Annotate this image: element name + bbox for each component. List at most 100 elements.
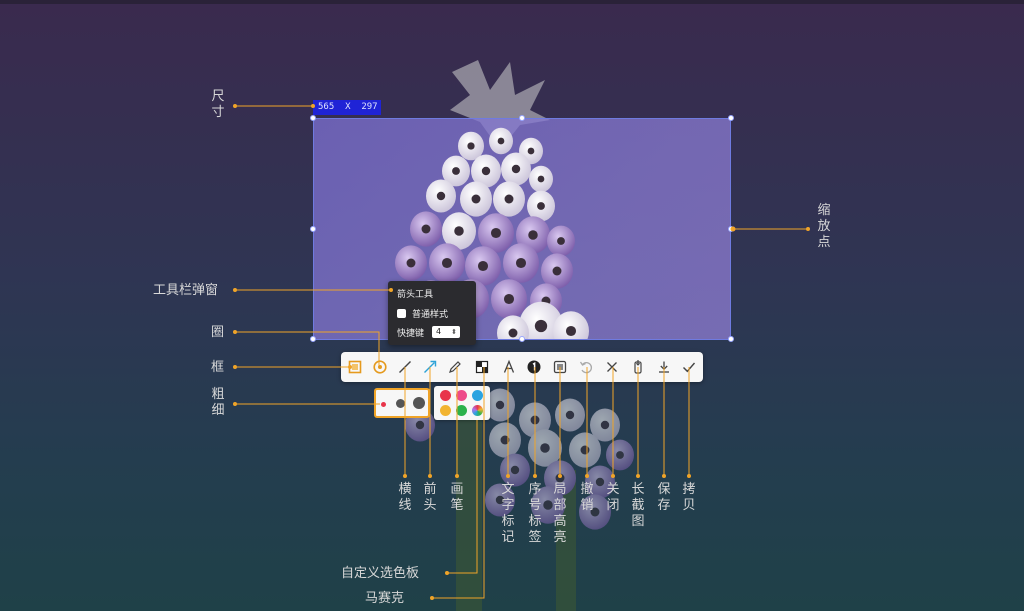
- text-icon: [503, 359, 515, 373]
- close-button[interactable]: [601, 356, 623, 378]
- flower-bud: [590, 408, 620, 442]
- flower-bud: [489, 422, 521, 458]
- flower-bud-center: [616, 451, 624, 459]
- stepper-arrows-icon: ⬍: [451, 328, 458, 336]
- swatch-pink[interactable]: [456, 390, 467, 401]
- resize-handle-top-left[interactable]: [310, 115, 316, 121]
- flower-bud-center: [530, 415, 540, 425]
- flower-bud-center: [537, 175, 545, 183]
- save-button[interactable]: [653, 356, 675, 378]
- circle-icon: [373, 360, 387, 374]
- number-icon: [527, 360, 541, 374]
- size-badge: 565 X 297: [313, 100, 381, 115]
- resize-handle-top[interactable]: [519, 115, 525, 121]
- label-text: 文字标记: [501, 482, 515, 545]
- label-copy: 拷贝: [682, 482, 696, 513]
- label-box: 框: [211, 360, 225, 375]
- check-icon: [683, 362, 696, 373]
- thickness-medium[interactable]: [396, 399, 405, 408]
- line-icon: [399, 361, 411, 373]
- number-tool-button[interactable]: [523, 356, 545, 378]
- flower-bud-center: [540, 443, 550, 453]
- resize-handle-bottom-left[interactable]: [310, 336, 316, 342]
- flower-bud-center: [508, 328, 518, 338]
- arrow-tool-button[interactable]: [419, 356, 441, 378]
- text-tool-button[interactable]: [498, 356, 520, 378]
- popup-title: 箭头工具: [397, 290, 434, 300]
- flower-bud-center: [503, 293, 515, 305]
- flower-bud-center: [452, 167, 460, 175]
- flower-bud-center: [534, 319, 548, 333]
- resize-handle-bottom-right[interactable]: [728, 336, 734, 342]
- flower-bud-center: [580, 445, 590, 455]
- flower-bud-center: [406, 258, 416, 268]
- swatch-yellow[interactable]: [440, 405, 451, 416]
- flower-bud-center: [511, 164, 521, 174]
- flower-bud-center: [467, 142, 475, 150]
- swatch-red[interactable]: [440, 390, 451, 401]
- normal-style-label: 普通样式: [412, 309, 449, 320]
- label-pen: 画笔: [450, 482, 464, 513]
- swatch-blue[interactable]: [472, 390, 483, 401]
- flower-bud-center: [595, 477, 605, 487]
- menubar-strip: [0, 0, 1024, 4]
- flower-bud: [606, 439, 634, 471]
- flower-bud-center: [497, 137, 505, 145]
- pen-icon: [449, 361, 461, 373]
- shortcut-value: 4: [436, 327, 442, 336]
- flower-bud-center: [441, 257, 453, 269]
- label-zoom-point: 缩放点: [817, 203, 831, 250]
- line-tool-button[interactable]: [394, 356, 416, 378]
- flower-bud-center: [421, 224, 431, 234]
- flower-bud: [555, 398, 585, 432]
- flower-bud-center: [490, 227, 502, 239]
- resize-handle-top-right[interactable]: [728, 115, 734, 121]
- resize-handle-right[interactable]: [728, 226, 734, 232]
- long-screenshot-button[interactable]: [627, 356, 649, 378]
- shortcut-stepper[interactable]: 4 ⬍: [432, 326, 461, 338]
- resize-handle-bottom[interactable]: [519, 336, 525, 342]
- rect-tool-button[interactable]: [344, 356, 366, 378]
- thickness-small[interactable]: [381, 402, 386, 407]
- normal-style-checkbox[interactable]: [397, 308, 406, 318]
- label-circle: 圈: [211, 325, 225, 340]
- undo-icon: [579, 361, 593, 374]
- download-icon: [659, 361, 669, 373]
- shortcut-label: 快捷键: [397, 328, 425, 339]
- copy-button[interactable]: [678, 356, 700, 378]
- flower-bud-center: [528, 230, 538, 240]
- flower-bud-center: [471, 194, 481, 204]
- flower-bud-center: [552, 266, 562, 276]
- mosaic-tool-button[interactable]: [471, 356, 493, 378]
- label-arrow: 前头: [423, 482, 437, 513]
- label-highlight: 局部高亮: [553, 482, 567, 545]
- flower-bud: [528, 429, 562, 467]
- label-number: 序号标签: [528, 482, 542, 545]
- flower-bud-center: [565, 410, 575, 420]
- label-save: 保存: [657, 482, 671, 513]
- label-close: 关闭: [606, 482, 620, 513]
- resize-handle-left[interactable]: [310, 226, 316, 232]
- swatch-green[interactable]: [456, 405, 467, 416]
- label-mosaic: 马赛克: [365, 591, 405, 606]
- label-line: 横线: [398, 482, 412, 513]
- flower-bud-center: [481, 166, 491, 176]
- flower-bud-center: [436, 191, 446, 201]
- color-palette: [434, 386, 490, 420]
- selection-area[interactable]: [313, 118, 731, 340]
- flower-selected: [395, 127, 589, 339]
- undo-button[interactable]: [575, 356, 597, 378]
- flower-bud-center: [527, 147, 535, 155]
- flower-bud-center: [557, 237, 565, 245]
- custom-color-swatch[interactable]: [472, 405, 483, 416]
- flower-bud-center: [537, 202, 545, 210]
- highlight-icon: [553, 360, 567, 374]
- highlight-tool-button[interactable]: [549, 356, 571, 378]
- circle-tool-button[interactable]: [369, 356, 391, 378]
- thickness-large[interactable]: [413, 397, 425, 409]
- flower-bud: [519, 402, 551, 438]
- pen-tool-button[interactable]: [444, 356, 466, 378]
- label-size: 尺寸: [211, 89, 225, 120]
- flower-bud-center: [600, 420, 610, 430]
- close-icon: [607, 362, 617, 372]
